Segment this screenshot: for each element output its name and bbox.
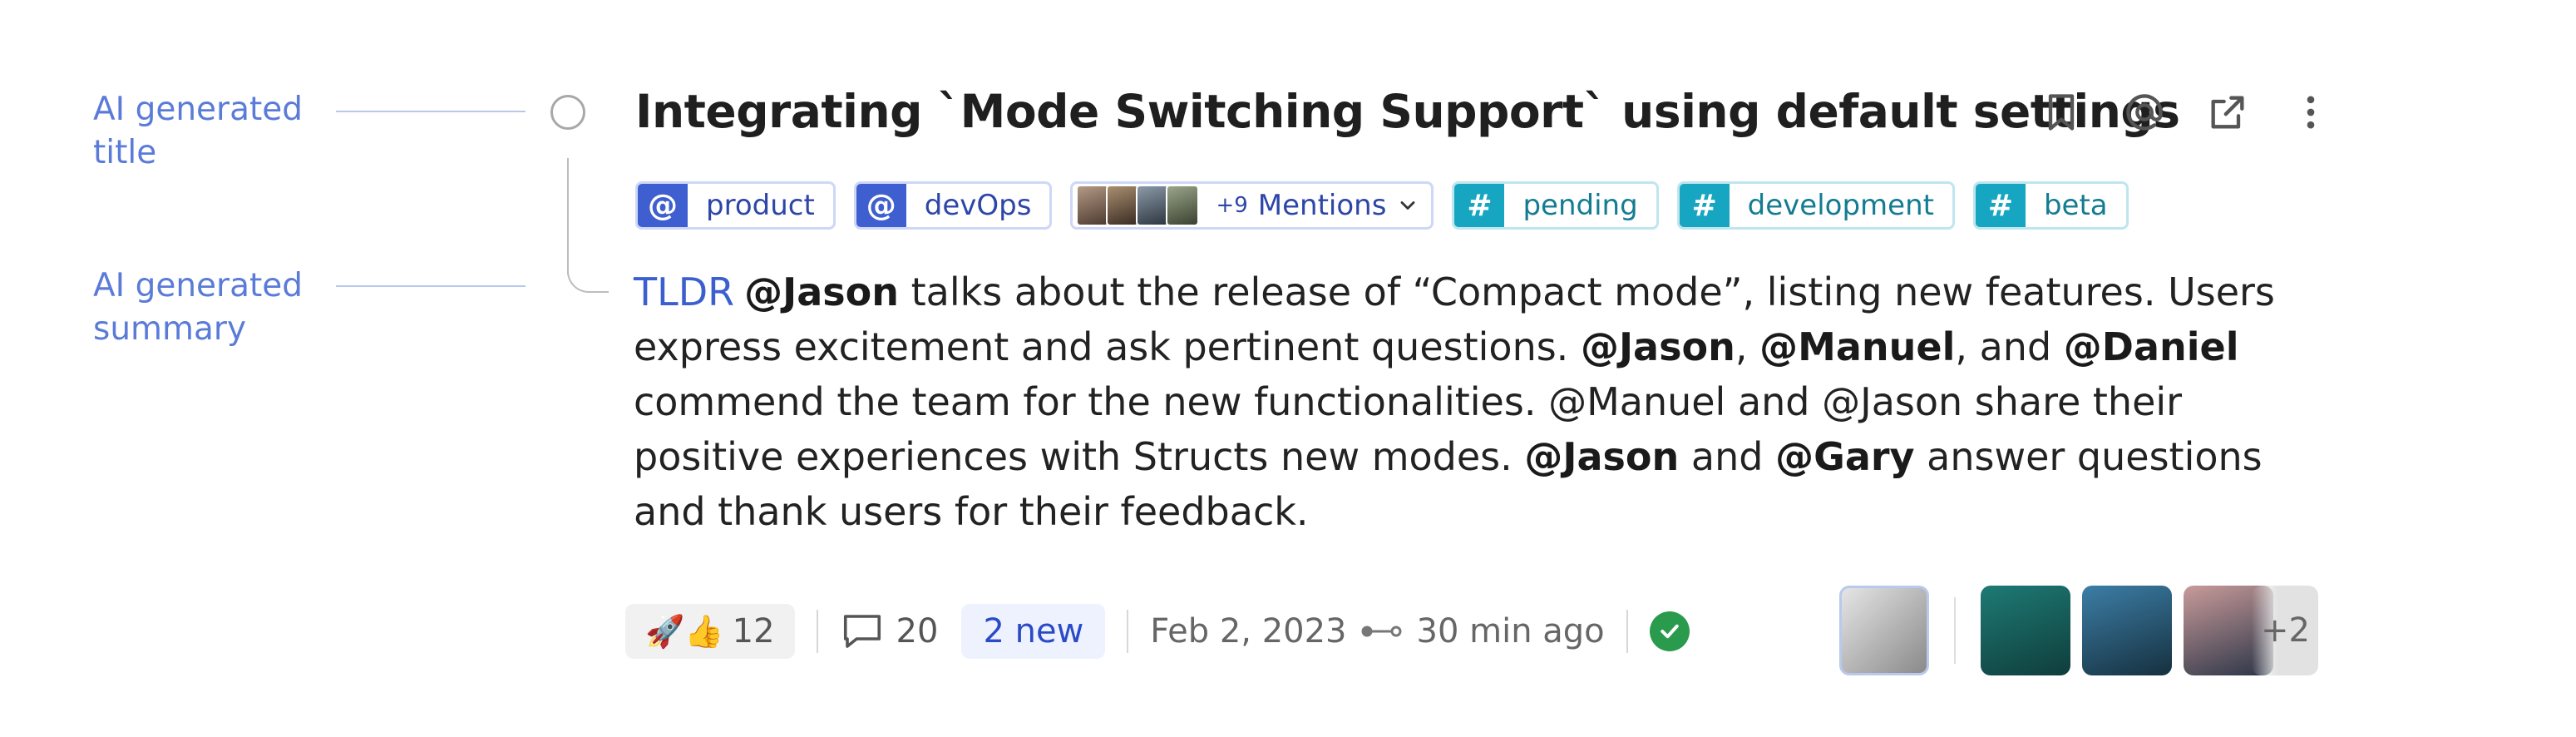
author-avatar[interactable] bbox=[1839, 586, 1929, 675]
at-icon: @ bbox=[856, 184, 906, 227]
status-circle[interactable] bbox=[550, 95, 585, 130]
mention-icon bbox=[2126, 94, 2163, 131]
tag-list: @ product @ devOps +9 Mentions # pending… bbox=[635, 181, 2129, 230]
tag-pending[interactable]: # pending bbox=[1452, 181, 1659, 230]
tag-label: product bbox=[706, 189, 815, 222]
comment-icon bbox=[843, 615, 881, 648]
ai-summary: TLDR @Jason talks about the release of “C… bbox=[634, 265, 2313, 539]
avatar bbox=[1076, 185, 1110, 226]
thread-card: AI generated title AI generated summary … bbox=[0, 0, 2576, 737]
tag-devops[interactable]: @ devOps bbox=[853, 181, 1053, 230]
avatar[interactable] bbox=[1981, 586, 2070, 675]
summary-text: , bbox=[1735, 324, 1760, 369]
hash-icon: # bbox=[1679, 184, 1730, 227]
thread-link-icon bbox=[1361, 626, 1402, 637]
post-title[interactable]: Integrating `Mode Switching Support` usi… bbox=[635, 85, 2180, 138]
comments-button[interactable]: 20 bbox=[840, 609, 939, 654]
divider bbox=[1626, 610, 1628, 653]
mention-button[interactable] bbox=[2119, 87, 2170, 138]
new-comments-badge[interactable]: 2 new bbox=[961, 604, 1106, 659]
tag-label: development bbox=[1747, 189, 1934, 222]
resolved-status[interactable] bbox=[1649, 611, 1690, 651]
bookmark-icon bbox=[2048, 94, 2075, 131]
summary-text: , and bbox=[1955, 324, 2064, 369]
participants: +2 bbox=[1839, 586, 2318, 675]
title-annotation-line1: AI generated bbox=[93, 91, 303, 128]
title-annotation-line2: title bbox=[93, 134, 157, 171]
mentions-more-count: +9 bbox=[1216, 193, 1248, 218]
avatar bbox=[1106, 185, 1140, 226]
tag-beta[interactable]: # beta bbox=[1972, 181, 2129, 230]
time-ago: 30 min ago bbox=[1416, 612, 1605, 650]
divider bbox=[1127, 610, 1129, 653]
bookmark-button[interactable] bbox=[2036, 87, 2087, 138]
divider bbox=[1954, 597, 1956, 664]
hash-icon: # bbox=[1454, 184, 1505, 227]
mention-manuel[interactable]: @Manuel bbox=[1759, 324, 1955, 369]
avatar bbox=[1136, 185, 1170, 226]
post-toolbar bbox=[2036, 87, 2337, 138]
summary-annotation: AI generated summary bbox=[93, 265, 303, 351]
at-icon: @ bbox=[638, 184, 688, 227]
post-date: Feb 2, 2023 bbox=[1150, 612, 1347, 650]
check-icon bbox=[1660, 624, 1679, 639]
tag-product[interactable]: @ product bbox=[635, 181, 836, 230]
tldr-label: TLDR bbox=[634, 270, 735, 314]
tag-label: beta bbox=[2043, 189, 2108, 222]
summary-annotation-line1: AI generated bbox=[93, 267, 303, 304]
title-annotation-line bbox=[336, 111, 526, 112]
mentions-label: Mentions bbox=[1257, 189, 1387, 222]
mention-jason[interactable]: @Jason bbox=[1524, 434, 1679, 479]
reaction-emojis: 🚀👍 bbox=[645, 612, 724, 650]
thread-rail-curve bbox=[567, 250, 609, 293]
mention-avatars bbox=[1076, 185, 1200, 226]
more-options-button[interactable] bbox=[2285, 87, 2337, 138]
external-link-icon bbox=[2211, 96, 2244, 129]
tag-label: devOps bbox=[924, 189, 1032, 222]
avatar bbox=[1166, 185, 1200, 226]
more-vertical-icon bbox=[2307, 96, 2315, 129]
avatar[interactable] bbox=[2082, 586, 2172, 675]
mentions-dropdown[interactable]: +9 Mentions bbox=[1070, 181, 1434, 230]
divider bbox=[816, 610, 818, 653]
mention-jason[interactable]: @Jason bbox=[1581, 324, 1735, 369]
summary-text: and bbox=[1679, 434, 1776, 479]
mention-daniel[interactable]: @Daniel bbox=[2064, 324, 2239, 369]
open-external-button[interactable] bbox=[2202, 87, 2253, 138]
participant-avatars: +2 bbox=[1981, 586, 2318, 675]
chevron-down-icon bbox=[1401, 201, 1415, 210]
hash-icon: # bbox=[1975, 184, 2026, 227]
summary-annotation-line bbox=[336, 285, 526, 287]
title-annotation: AI generated title bbox=[93, 88, 303, 175]
reactions-count: 12 bbox=[732, 612, 775, 650]
post-footer: 🚀👍 12 20 2 new Feb 2, 2023 30 min ago bbox=[625, 604, 1690, 659]
comments-count: 20 bbox=[896, 612, 939, 650]
tag-development[interactable]: # development bbox=[1676, 181, 1955, 230]
tag-label: pending bbox=[1522, 189, 1638, 222]
summary-annotation-line2: summary bbox=[93, 310, 247, 348]
mention-jason[interactable]: @Jason bbox=[744, 270, 899, 314]
participants-more[interactable]: +2 bbox=[2252, 586, 2318, 675]
mention-gary[interactable]: @Gary bbox=[1775, 434, 1914, 479]
reactions-button[interactable]: 🚀👍 12 bbox=[625, 604, 795, 659]
post-timestamp: Feb 2, 2023 30 min ago bbox=[1150, 612, 1604, 650]
